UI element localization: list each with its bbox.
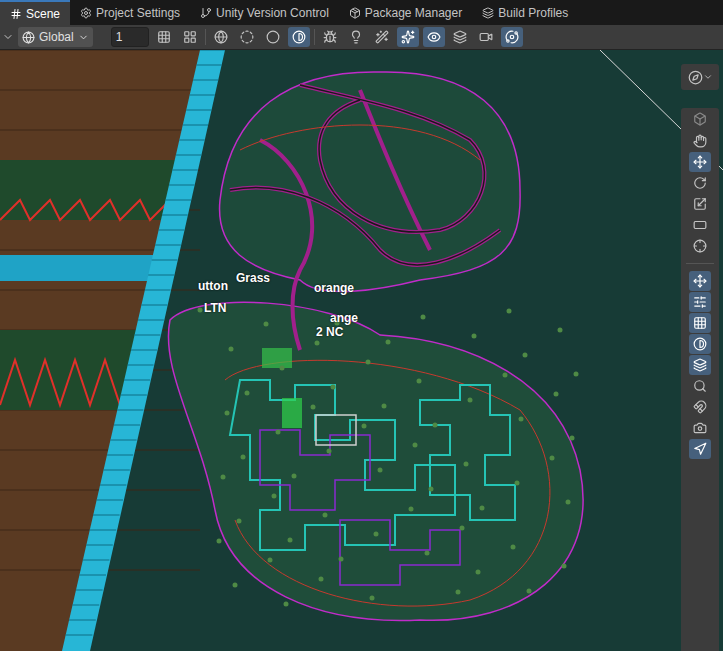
view-toggle[interactable] (319, 27, 341, 47)
scene-label: ange (330, 312, 358, 324)
tab-icon (200, 7, 212, 19)
toolbar-separator (205, 29, 206, 45)
tab-label: Unity Version Control (216, 4, 329, 22)
scene-label: LTN (204, 302, 226, 314)
overlay-toggle[interactable] (689, 355, 711, 375)
shading-mode-button[interactable] (288, 27, 310, 47)
shading-mode-button[interactable] (210, 27, 232, 47)
tab-icon (80, 7, 92, 19)
tools-overlay (681, 108, 719, 651)
scene-label: utton (198, 280, 228, 292)
tool-button[interactable] (689, 173, 711, 193)
tool-button[interactable] (689, 215, 711, 235)
scene-window: Scene Project Settings Unity Version Contr… (0, 0, 723, 651)
view-toggle[interactable] (397, 27, 419, 47)
tool-button[interactable] (689, 194, 711, 214)
tab[interactable]: Package Manager (339, 0, 472, 25)
overlay-separator (686, 263, 714, 264)
view-toggle[interactable] (423, 27, 445, 47)
tool-button[interactable] (689, 236, 711, 256)
tool-button[interactable] (689, 152, 711, 172)
box-icon (693, 112, 707, 126)
overlay-toggle[interactable] (689, 292, 711, 312)
tab-bar: Scene Project Settings Unity Version Contr… (0, 0, 723, 25)
overlay-toggle[interactable] (689, 397, 711, 417)
tools-dropdown[interactable] (2, 31, 14, 43)
view-toggle[interactable] (475, 27, 497, 47)
scene-label: 2 NC (316, 326, 343, 338)
tab[interactable]: Build Profiles (472, 0, 578, 25)
tab-icon (10, 8, 22, 20)
snap-toggle[interactable] (153, 27, 175, 47)
toolbar-separator (314, 29, 315, 45)
tab-label: Build Profiles (498, 4, 568, 22)
overlay-toggle[interactable] (689, 271, 711, 291)
tab[interactable]: Project Settings (70, 0, 190, 25)
scene-viewport[interactable]: Grass utton orange LTN ange 2 NC (0, 50, 723, 651)
grid-size-field[interactable]: 1 (111, 27, 149, 47)
overlay-toggle[interactable] (689, 313, 711, 333)
handle-rotation-label: Global (39, 28, 74, 46)
scene-drawing[interactable] (0, 50, 723, 651)
overlay-toggle[interactable] (689, 439, 711, 459)
overlay-toggle[interactable] (689, 376, 711, 396)
tab-label: Project Settings (96, 4, 180, 22)
tab-icon (349, 7, 361, 19)
orientation-overlay[interactable] (681, 64, 719, 90)
shading-mode-button[interactable] (236, 27, 258, 47)
tool-button[interactable] (689, 131, 711, 151)
tab-label: Package Manager (365, 4, 462, 22)
scene-label: orange (314, 282, 354, 294)
scene-label: Grass (236, 272, 270, 284)
overlay-toggle[interactable] (689, 418, 711, 438)
tab-icon (482, 7, 494, 19)
view-toggle[interactable] (449, 27, 471, 47)
view-toggle[interactable] (501, 27, 523, 47)
tab[interactable]: Unity Version Control (190, 0, 339, 25)
scene-toolbar: Global 1 (0, 25, 723, 50)
tab[interactable]: Scene (0, 0, 70, 25)
shading-mode-button[interactable] (262, 27, 284, 47)
view-toggle[interactable] (345, 27, 367, 47)
overlay-toggle[interactable] (689, 334, 711, 354)
view-toggle[interactable] (371, 27, 393, 47)
snap-toggle[interactable] (179, 27, 201, 47)
handle-rotation-dropdown[interactable]: Global (18, 27, 93, 47)
tab-label: Scene (26, 5, 60, 23)
